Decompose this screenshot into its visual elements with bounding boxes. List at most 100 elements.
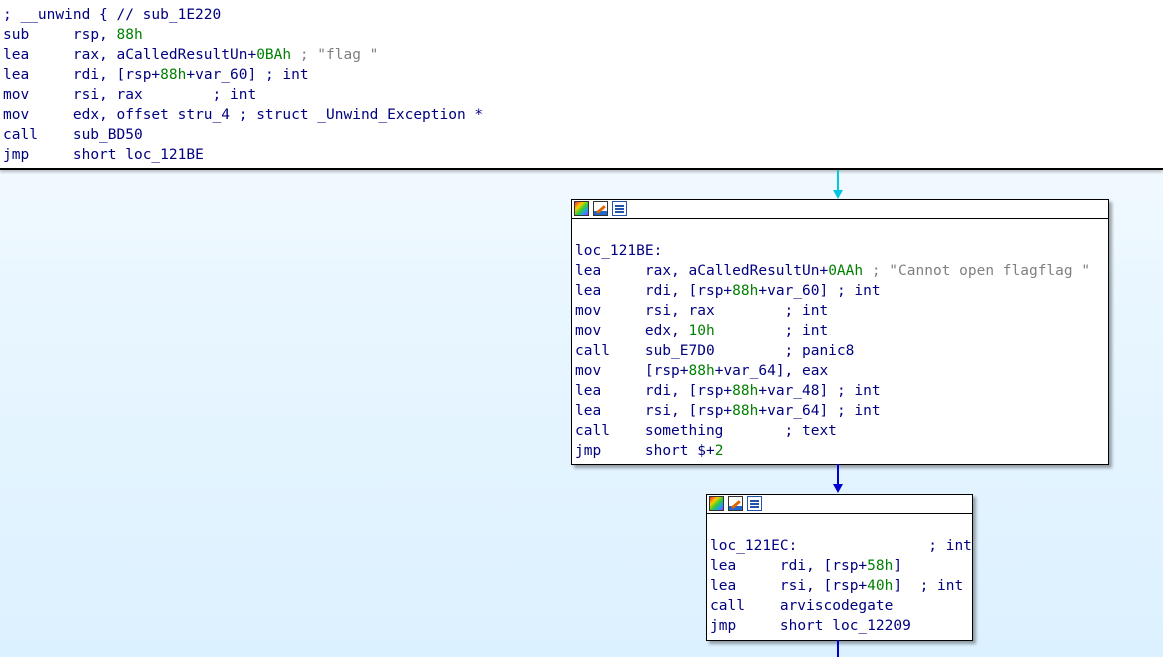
code-listing: loc_121BE: lea rax, aCalledResultUn+0AAh … bbox=[572, 219, 1108, 461]
comment: ; int bbox=[828, 403, 881, 419]
code-line[interactable]: mov rsi, rax ; int bbox=[575, 301, 1105, 321]
mnemonic: call bbox=[575, 343, 610, 359]
number-literal: 0AAh bbox=[828, 263, 864, 279]
color-palette-icon[interactable] bbox=[709, 496, 724, 511]
string-comment: ; "flag " bbox=[291, 47, 379, 63]
code-line[interactable]: mov rsi, rax ; int bbox=[3, 85, 483, 105]
edit-icon[interactable] bbox=[728, 496, 743, 511]
number-literal: 88h bbox=[732, 403, 759, 419]
operand: +var_60] bbox=[758, 283, 829, 299]
graph-node-loc-121BE[interactable]: loc_121BE: lea rax, aCalledResultUn+0AAh … bbox=[571, 199, 1109, 465]
number-literal: 0BAh bbox=[256, 47, 292, 63]
string-comment: ; "Cannot open flagflag " bbox=[863, 263, 1091, 279]
code-line[interactable]: lea rsi, [rsp+88h+var_64] ; int bbox=[575, 401, 1105, 421]
code-line[interactable]: jmp short loc_12209 bbox=[710, 616, 969, 636]
comment: ; int bbox=[797, 538, 972, 554]
graph-overview-icon[interactable] bbox=[612, 201, 627, 216]
graph-node-loc-121EC[interactable]: loc_121EC: ; int lea rdi, [rsp+58h] lea rs… bbox=[706, 494, 973, 641]
code-line[interactable]: lea rsi, [rsp+40h] ; int bbox=[710, 576, 969, 596]
code-line[interactable]: jmp short $+2 bbox=[575, 441, 1105, 461]
code-line[interactable]: mov [rsp+88h+var_64], eax bbox=[575, 361, 1105, 381]
operand: rax, aCalledResultUn+ bbox=[72, 47, 257, 63]
mnemonic: mov bbox=[575, 363, 602, 379]
number-literal: 88h bbox=[116, 27, 143, 43]
mnemonic: lea bbox=[710, 578, 737, 594]
edit-icon[interactable] bbox=[593, 201, 608, 216]
operand: rdi, [rsp+ bbox=[644, 383, 733, 399]
operand: sub_BD50 bbox=[72, 127, 143, 143]
code-line[interactable]: jmp short loc_121BE bbox=[3, 145, 483, 165]
mnemonic: lea bbox=[3, 47, 30, 63]
code-line[interactable]: lea rdi, [rsp+88h+var_60] ; int bbox=[3, 65, 483, 85]
mnemonic: jmp bbox=[575, 443, 602, 459]
operand: rdi, [rsp+ bbox=[72, 67, 161, 83]
mnemonic: jmp bbox=[710, 618, 737, 634]
comment: ; int bbox=[828, 283, 881, 299]
code-line[interactable]: call sub_BD50 bbox=[3, 125, 483, 145]
operand: rsi, [rsp+ bbox=[644, 403, 733, 419]
node-header bbox=[572, 200, 1108, 219]
operand: +var_60] bbox=[186, 67, 257, 83]
mnemonic: lea bbox=[575, 283, 602, 299]
comment: ; struct _Unwind_Exception * bbox=[230, 107, 484, 123]
number-literal: 88h bbox=[732, 383, 759, 399]
mnemonic: mov bbox=[575, 323, 602, 339]
node-header bbox=[707, 495, 972, 514]
edge-arrowhead bbox=[833, 484, 843, 493]
code-line[interactable]: sub rsp, 88h bbox=[3, 25, 483, 45]
mnemonic: lea bbox=[575, 403, 602, 419]
number-literal: 58h bbox=[867, 558, 894, 574]
number-literal: 40h bbox=[867, 578, 894, 594]
operand: short $+ bbox=[644, 443, 715, 459]
operand: +var_64] bbox=[758, 403, 829, 419]
number-literal: 10h bbox=[688, 323, 715, 339]
operand: short loc_12209 bbox=[779, 618, 911, 634]
code-line[interactable]: lea rax, aCalledResultUn+0BAh ; "flag " bbox=[3, 45, 483, 65]
code-listing: loc_121EC: ; int lea rdi, [rsp+58h] lea rs… bbox=[707, 514, 972, 636]
comment: ; int bbox=[142, 87, 257, 103]
operand: sub_E7D0 bbox=[644, 343, 715, 359]
comment: ; text bbox=[723, 423, 837, 439]
code-line[interactable]: lea rdi, [rsp+58h] bbox=[710, 556, 969, 576]
code-line[interactable] bbox=[710, 516, 969, 536]
operand: rdi, [rsp+ bbox=[779, 558, 868, 574]
code-line[interactable]: lea rdi, [rsp+88h+var_48] ; int bbox=[575, 381, 1105, 401]
operand: ] bbox=[893, 578, 903, 594]
edge-outgoing-blue bbox=[837, 640, 839, 657]
code-line[interactable]: lea rdi, [rsp+88h+var_60] ; int bbox=[575, 281, 1105, 301]
code-line[interactable]: lea rax, aCalledResultUn+0AAh ; "Cannot … bbox=[575, 261, 1105, 281]
label-text: ; __unwind { // sub_1E220 bbox=[3, 7, 222, 23]
disassembly-top-block[interactable]: ; __unwind { // sub_1E220 sub rsp, 88h lea… bbox=[0, 0, 1163, 170]
operand: something bbox=[644, 423, 724, 439]
comment: ; panic8 bbox=[714, 343, 855, 359]
graph-overview-icon[interactable] bbox=[747, 496, 762, 511]
operand: rdi, [rsp+ bbox=[644, 283, 733, 299]
code-line[interactable]: call sub_E7D0 ; panic8 bbox=[575, 341, 1105, 361]
code-line[interactable]: loc_121BE: bbox=[575, 241, 1105, 261]
number-literal: 88h bbox=[688, 363, 715, 379]
edge-unconditional-cyan bbox=[837, 170, 839, 192]
code-line[interactable]: loc_121EC: ; int bbox=[710, 536, 972, 556]
code-line[interactable]: mov edx, 10h ; int bbox=[575, 321, 1105, 341]
comment: ; int bbox=[714, 303, 829, 319]
mnemonic: lea bbox=[710, 558, 737, 574]
code-line[interactable]: call arviscodegate bbox=[710, 596, 969, 616]
mnemonic: sub bbox=[3, 27, 30, 43]
number-literal: 88h bbox=[160, 67, 187, 83]
operand: rsi, rax bbox=[644, 303, 715, 319]
operand: arviscodegate bbox=[779, 598, 894, 614]
operand: rsp, bbox=[72, 27, 117, 43]
code-line[interactable] bbox=[575, 221, 1105, 241]
operand: edx, offset stru_4 bbox=[72, 107, 230, 123]
mnemonic: mov bbox=[3, 87, 30, 103]
code-listing: ; __unwind { // sub_1E220 sub rsp, 88h lea… bbox=[3, 5, 483, 165]
number-literal: 2 bbox=[714, 443, 724, 459]
code-line[interactable]: call something ; text bbox=[575, 421, 1105, 441]
code-line[interactable]: ; __unwind { // sub_1E220 bbox=[3, 5, 483, 25]
color-palette-icon[interactable] bbox=[574, 201, 589, 216]
label-text: loc_121EC: bbox=[710, 538, 798, 554]
code-line[interactable]: mov edx, offset stru_4 ; struct _Unwind_… bbox=[3, 105, 483, 125]
operand: rsi, rax bbox=[72, 87, 143, 103]
number-literal: 88h bbox=[732, 283, 759, 299]
operand: [rsp+ bbox=[644, 363, 689, 379]
